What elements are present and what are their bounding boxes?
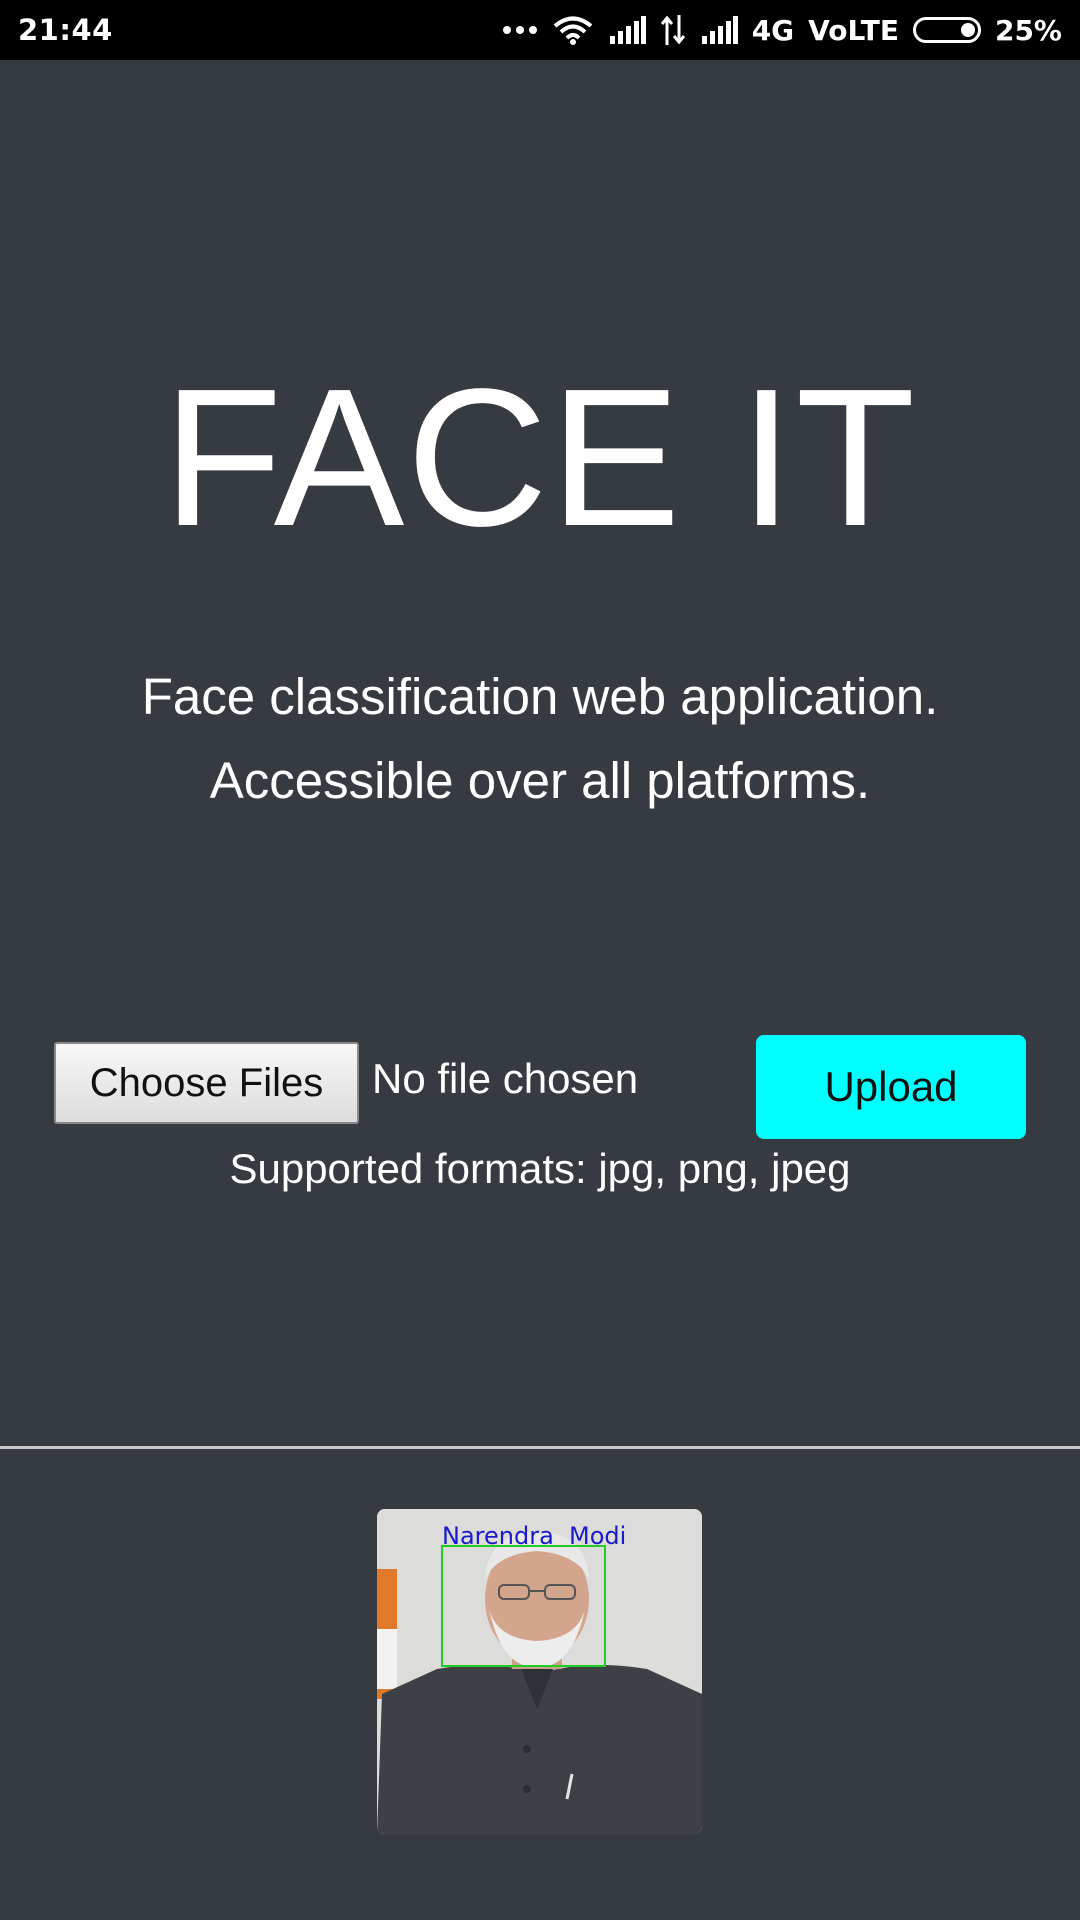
volte-label: VoLTE [808, 13, 899, 47]
battery-icon [912, 17, 981, 43]
choose-files-button[interactable]: Choose Files [54, 1042, 359, 1124]
tagline-line-2: Accessible over all platforms. [209, 752, 871, 809]
data-arrows-icon [660, 15, 686, 45]
status-bar: 21:44 4G VoLTE 25% [0, 0, 1080, 60]
battery-fill [960, 23, 975, 37]
app-title: FACE IT [162, 348, 918, 567]
file-status-text: No file chosen [372, 1055, 639, 1102]
signal-icon-2 [700, 16, 738, 44]
status-icons: 4G VoLTE 25% [502, 10, 1062, 50]
upload-button[interactable]: Upload [756, 1035, 1026, 1139]
more-dots-icon [502, 25, 538, 35]
main-content: FACE IT Face classification web applicat… [0, 60, 1080, 1920]
tagline: Face classification web application. Acc… [0, 655, 1080, 823]
status-time: 21:44 [18, 13, 113, 47]
battery-percent: 25% [994, 13, 1062, 47]
divider [0, 1446, 1080, 1449]
classified-face-image: Narendra Modi [377, 1509, 702, 1834]
network-type: 4G [751, 13, 795, 47]
signal-icon [608, 16, 646, 44]
wifi-icon [552, 15, 594, 45]
supported-formats-text: Supported formats: jpg, png, jpeg [229, 1145, 851, 1192]
tagline-line-1: Face classification web application. [141, 668, 939, 725]
detected-name-label: Narendra Modi [442, 1522, 626, 1550]
